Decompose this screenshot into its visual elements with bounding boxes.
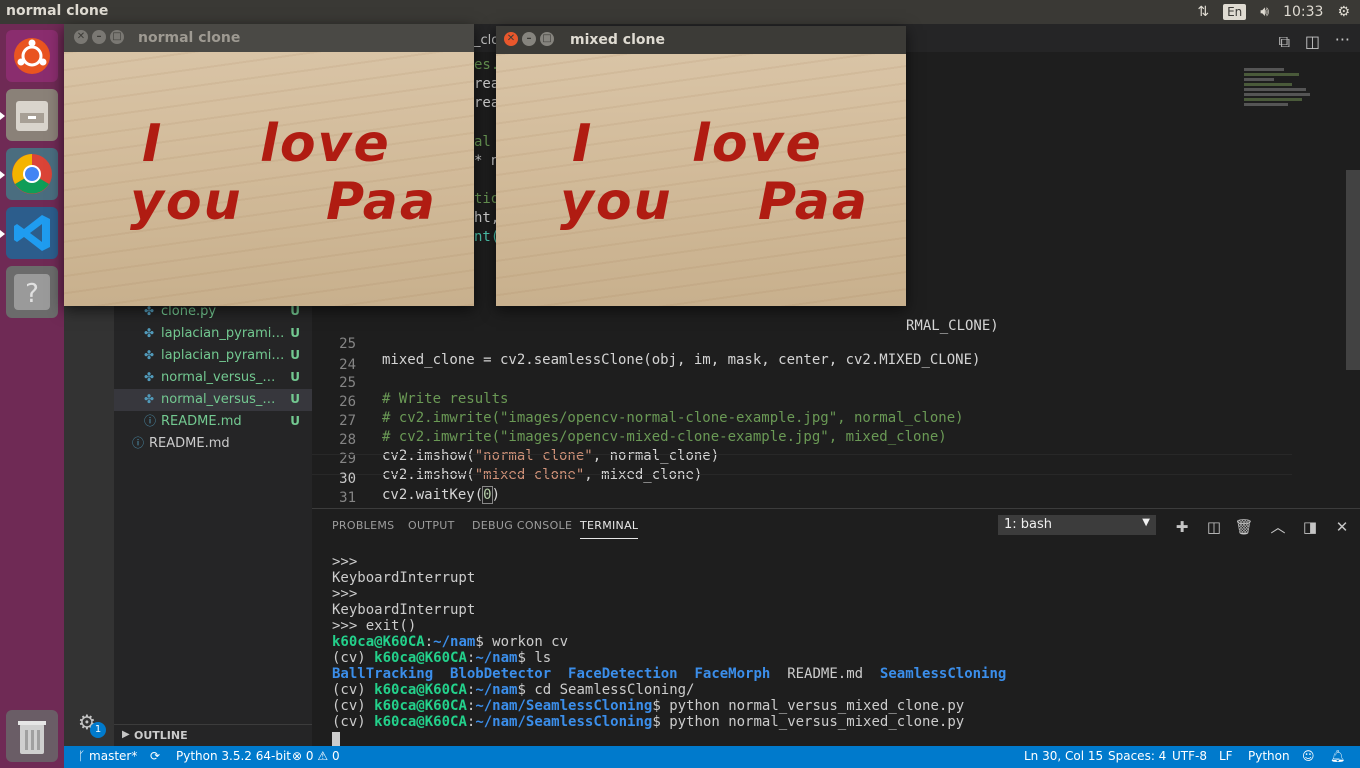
explorer-file-item-selected[interactable]: ✤ normal_versus_mi... U bbox=[114, 389, 312, 411]
settings-gear-icon[interactable]: ⚙ bbox=[1337, 4, 1350, 20]
window-titlebar[interactable]: ✕ – □ normal clone bbox=[64, 24, 474, 52]
mixed-clone-window[interactable]: ✕ – □ mixed clone I love you Paa bbox=[496, 26, 906, 306]
sync-icon[interactable]: ⟳ bbox=[150, 749, 160, 763]
maximize-panel-icon[interactable]: ︿ bbox=[1268, 517, 1288, 537]
volume-icon[interactable]: 🔊︎ bbox=[1260, 4, 1269, 20]
code-line: 24 bbox=[339, 357, 356, 373]
bottom-panel: PROBLEMS OUTPUT DEBUG CONSOLE TERMINAL 1… bbox=[312, 508, 1360, 747]
unity-launcher: ? bbox=[0, 24, 64, 768]
code-line: 25 # Write results bbox=[339, 375, 509, 407]
info-file-icon: ⓘ bbox=[132, 436, 145, 450]
files-icon[interactable] bbox=[6, 89, 58, 141]
close-icon[interactable]: ✕ bbox=[504, 32, 518, 46]
normal-clone-window[interactable]: ✕ – □ normal clone I love you Paa bbox=[64, 24, 474, 306]
explorer-file-item[interactable]: ⓘ README.md U bbox=[114, 411, 312, 433]
editor-scrollbar[interactable] bbox=[1346, 170, 1360, 370]
terminal-select[interactable]: 1: bash ▼ bbox=[998, 515, 1156, 535]
code-line: 27 # cv2.imwrite("images/opencv-mixed-cl… bbox=[339, 413, 947, 445]
ubuntu-dash-icon[interactable] bbox=[6, 30, 58, 82]
encoding[interactable]: UTF-8 bbox=[1172, 749, 1207, 763]
minimize-icon[interactable]: – bbox=[92, 30, 106, 44]
close-icon[interactable]: ✕ bbox=[74, 30, 88, 44]
code-line: 26 # cv2.imwrite("images/opencv-normal-c… bbox=[339, 394, 964, 426]
terminal-cursor bbox=[332, 732, 340, 747]
code-line-current: 30 cv2.waitKey(0) bbox=[312, 454, 1292, 504]
code-line: 29 cv2.imshow("mixed clone", mixed_clone… bbox=[339, 451, 703, 483]
running-indicator bbox=[0, 112, 5, 120]
split-terminal-icon[interactable]: ◫ bbox=[1204, 517, 1224, 537]
python-file-icon: ✤ bbox=[144, 348, 155, 362]
tab-output[interactable]: OUTPUT bbox=[408, 519, 455, 532]
python-file-icon: ✤ bbox=[144, 304, 155, 318]
trash-icon[interactable] bbox=[6, 710, 58, 762]
feedback-smiley-icon[interactable]: ☺ bbox=[1302, 749, 1315, 763]
git-branch-icon: ᚴ bbox=[78, 749, 86, 763]
help-icon[interactable]: ? bbox=[6, 266, 58, 318]
chevron-down-icon: ▼ bbox=[1142, 517, 1150, 528]
code-line: 25 mixed_clone = cv2.seamlessClone(obj, … bbox=[339, 336, 981, 368]
vscode-icon[interactable] bbox=[6, 207, 58, 259]
info-file-icon: ⓘ bbox=[144, 414, 157, 428]
code-line: 31 bbox=[339, 490, 356, 506]
explorer-file-item[interactable]: ⓘ README.md bbox=[114, 433, 312, 455]
maximize-icon[interactable]: □ bbox=[540, 32, 554, 46]
split-editor-icon[interactable]: ◫ bbox=[1305, 32, 1320, 51]
status-bar: ᚴ master* ⟳ Python 3.5.2 64-bit ⊗ 0 ⚠ 0 … bbox=[64, 746, 1360, 768]
warning-icon: ⚠ bbox=[317, 749, 329, 763]
normal-clone-image: I love you Paa bbox=[64, 52, 474, 306]
python-file-icon: ✤ bbox=[144, 326, 155, 340]
terminal-line: (cv) k60ca@K60CA:~/nam/SeamlessCloning$ … bbox=[332, 714, 965, 730]
terminal-line: k60ca@K60CA:~/nam$ workon cv bbox=[332, 634, 569, 650]
python-file-icon: ✤ bbox=[144, 392, 155, 406]
chrome-icon[interactable] bbox=[6, 148, 58, 200]
terminal-line: (cv) k60ca@K60CA:~/nam$ ls bbox=[332, 650, 552, 666]
new-terminal-icon[interactable]: ✚ bbox=[1172, 517, 1192, 537]
svg-text:?: ? bbox=[25, 279, 39, 309]
code-line: 28 cv2.imshow("normal clone", normal_clo… bbox=[339, 432, 720, 464]
active-window-title: normal clone bbox=[6, 3, 109, 19]
minimize-icon[interactable]: – bbox=[522, 32, 536, 46]
minimap[interactable] bbox=[1244, 66, 1314, 146]
python-file-icon: ✤ bbox=[144, 370, 155, 384]
python-interpreter[interactable]: Python 3.5.2 64-bit bbox=[176, 749, 291, 763]
outline-section-header[interactable]: ▶ OUTLINE bbox=[114, 724, 312, 747]
keyboard-layout-indicator[interactable]: En bbox=[1223, 4, 1247, 20]
mixed-clone-image: I love you Paa bbox=[496, 54, 906, 306]
notification-badge: 1 bbox=[90, 722, 106, 738]
maximize-icon[interactable]: □ bbox=[110, 30, 124, 44]
network-icon[interactable]: ⇅ bbox=[1197, 4, 1209, 20]
trash-terminal-icon[interactable]: 🗑︎ bbox=[1234, 517, 1254, 537]
close-panel-icon[interactable]: ✕ bbox=[1332, 517, 1352, 537]
more-actions-icon[interactable]: ··· bbox=[1335, 30, 1350, 49]
terminal-line: BallTracking BlobDetector FaceDetection … bbox=[332, 666, 1007, 682]
notifications-bell-icon[interactable]: 🔔︎ bbox=[1330, 749, 1345, 763]
cursor-position[interactable]: Ln 30, Col 15 bbox=[1024, 749, 1103, 763]
language-mode[interactable]: Python bbox=[1248, 749, 1290, 763]
tab-debug-console[interactable]: DEBUG CONSOLE bbox=[472, 519, 572, 532]
error-icon: ⊗ bbox=[292, 749, 303, 763]
top-panel: normal clone ⇅ En 🔊︎ 10:33 ⚙ bbox=[0, 0, 1360, 24]
problems-indicator[interactable]: ⊗ 0 ⚠ 0 bbox=[292, 749, 340, 763]
terminal-line: (cv) k60ca@K60CA:~/nam$ cd SeamlessCloni… bbox=[332, 682, 695, 698]
git-branch[interactable]: ᚴ master* bbox=[78, 749, 137, 763]
indentation[interactable]: Spaces: 4 bbox=[1108, 749, 1166, 763]
chevron-right-icon: ▶ bbox=[122, 729, 130, 740]
running-indicator bbox=[0, 230, 5, 238]
open-preview-icon[interactable]: ⧉ bbox=[1279, 32, 1290, 52]
window-titlebar[interactable]: ✕ – □ mixed clone bbox=[496, 26, 906, 54]
clock[interactable]: 10:33 bbox=[1283, 4, 1323, 20]
tab-problems[interactable]: PROBLEMS bbox=[332, 519, 394, 532]
explorer-file-item[interactable]: ✤ laplacian_pyramid_... U bbox=[114, 345, 312, 367]
explorer-file-item[interactable]: ✤ normal_versus_mi... U bbox=[114, 367, 312, 389]
terminal-line: (cv) k60ca@K60CA:~/nam/SeamlessCloning$ … bbox=[332, 698, 965, 714]
explorer-file-item[interactable]: ✤ laplacian_pyramid_... U bbox=[114, 323, 312, 345]
running-indicator bbox=[0, 171, 5, 179]
end-of-line[interactable]: LF bbox=[1219, 749, 1233, 763]
panel-position-icon[interactable]: ◨ bbox=[1300, 517, 1320, 537]
tab-terminal[interactable]: TERMINAL bbox=[580, 519, 639, 539]
